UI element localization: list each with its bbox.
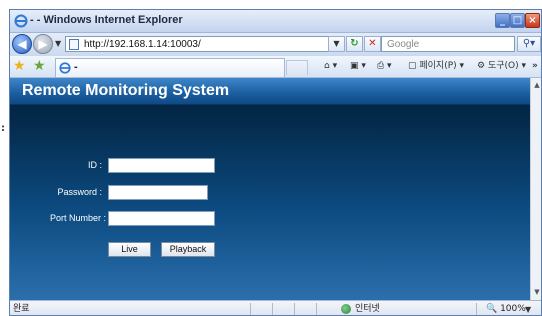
- status-divider: [294, 303, 295, 315]
- internet-zone-icon: [341, 304, 351, 314]
- playback-button[interactable]: Playback: [161, 242, 215, 257]
- zoom-level[interactable]: 🔍 100%: [486, 303, 526, 315]
- url-dropdown-button[interactable]: ▼: [328, 36, 345, 52]
- tab-label: -: [74, 61, 78, 73]
- maximize-button[interactable]: □: [510, 13, 525, 28]
- add-favorite-icon[interactable]: ★: [33, 57, 46, 75]
- back-arrow-icon[interactable]: ◀: [12, 34, 32, 54]
- port-number-label: Port Number :: [49, 213, 106, 223]
- stop-icon[interactable]: ✕: [364, 36, 381, 52]
- home-icon[interactable]: ⌂ ▾: [324, 59, 337, 73]
- page-content: Remote Monitoring System ID : Password :…: [10, 78, 530, 300]
- tab-current[interactable]: -: [55, 58, 285, 77]
- print-icon[interactable]: ⎙ ▾: [377, 59, 392, 73]
- address-bar: ◀ ▶ ▼ http://192.168.1.14:10003/ ▼ ↻ ✕ G…: [10, 33, 541, 55]
- star-icon[interactable]: ★: [13, 57, 26, 75]
- banner: Remote Monitoring System: [10, 78, 530, 105]
- forward-arrow-icon[interactable]: ▶: [33, 34, 53, 54]
- status-bar: 완료 인터넷 🔍 100% ▼: [10, 300, 541, 315]
- browser-window: - - Windows Internet Explorer _ □ × ◀ ▶ …: [9, 9, 542, 316]
- security-zone-label: 인터넷: [355, 304, 380, 314]
- favorites-bar: ★ ★ - ⌂ ▾ ▣ ▾ ⎙ ▾ ▢ 페이지(P) ▾ ⚙ 도구(O) ▾ »: [10, 56, 541, 78]
- scroll-up-icon[interactable]: ▲: [532, 79, 541, 91]
- port-number-field[interactable]: [108, 211, 215, 226]
- page-icon: [69, 39, 79, 50]
- history-dropdown[interactable]: ▼: [55, 39, 61, 48]
- close-button[interactable]: ×: [525, 13, 540, 28]
- title-bar: - - Windows Internet Explorer _ □ ×: [10, 10, 541, 33]
- search-placeholder: Google: [387, 39, 420, 50]
- ie-icon: [14, 14, 28, 28]
- tools-menu[interactable]: ⚙ 도구(O) ▾: [477, 59, 526, 73]
- search-icon[interactable]: ⚲▾: [517, 36, 541, 52]
- zoom-value: 100%: [500, 304, 526, 314]
- minimize-button[interactable]: _: [495, 13, 510, 28]
- ie-icon: [59, 62, 71, 74]
- live-button[interactable]: Live: [108, 242, 151, 257]
- new-tab-button[interactable]: [286, 60, 308, 75]
- password-field[interactable]: [108, 185, 208, 200]
- url-text: http://192.168.1.14:10003/: [84, 39, 201, 50]
- status-divider: [476, 303, 477, 315]
- id-field[interactable]: [108, 158, 215, 173]
- id-label: ID :: [87, 160, 102, 170]
- more-commands-button[interactable]: »: [532, 59, 538, 73]
- tools-menu-label: 도구(O): [487, 61, 519, 71]
- window-title: - - Windows Internet Explorer: [30, 14, 183, 26]
- page-menu[interactable]: ▢ 페이지(P) ▾: [408, 59, 464, 73]
- search-input[interactable]: Google: [381, 36, 515, 52]
- scroll-down-icon[interactable]: ▼: [532, 286, 541, 298]
- feed-icon[interactable]: ▣ ▾: [350, 59, 366, 73]
- vertical-scrollbar[interactable]: ▲ ▼: [530, 78, 541, 300]
- side-marker: :: [1, 123, 5, 134]
- password-label: Password :: [57, 187, 102, 197]
- status-divider: [272, 303, 273, 315]
- banner-title: Remote Monitoring System: [22, 82, 230, 99]
- page-menu-label: 페이지(P): [419, 61, 457, 71]
- status-divider: [250, 303, 251, 315]
- refresh-icon[interactable]: ↻: [346, 36, 363, 52]
- status-text: 완료: [13, 304, 30, 314]
- status-divider: [316, 303, 317, 315]
- url-field[interactable]: http://192.168.1.14:10003/: [65, 36, 335, 52]
- zoom-dropdown[interactable]: ▼: [525, 303, 531, 315]
